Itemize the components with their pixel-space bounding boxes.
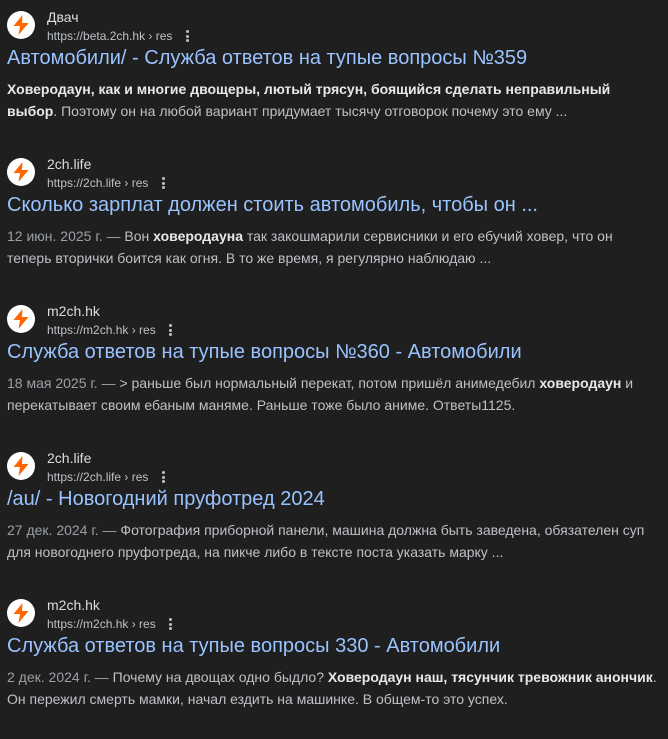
site-url-row: https://2ch.life › res	[47, 175, 169, 191]
snippet-text: > раньше был нормальный перекат, потом п…	[119, 375, 540, 391]
site-url-row: https://beta.2ch.hk › res	[47, 28, 193, 44]
site-name: 2ch.life	[47, 156, 92, 172]
site-name: m2ch.hk	[47, 303, 100, 319]
result-date: 12 июн. 2025 г. —	[7, 228, 125, 244]
result-date: 18 мая 2025 г. —	[7, 375, 120, 391]
result-source: 2ch.life https://2ch.life › res	[7, 155, 607, 191]
site-url-row: https://2ch.life › res	[47, 469, 169, 485]
result-date: 2 дек. 2024 г. —	[7, 669, 113, 685]
result-source: Двач https://beta.2ch.hk › res	[7, 8, 607, 44]
result-date: 27 дек. 2024 г. —	[7, 522, 121, 538]
result-snippet: Ховеродаун, как и многие двощеры, лютый …	[7, 78, 657, 122]
snippet-text: Почему на двощах одно быдло?	[112, 669, 328, 685]
vertical-dots-icon[interactable]	[165, 618, 177, 630]
result-title-link[interactable]: Служба ответов на тупые вопросы №360 - А…	[7, 339, 522, 365]
site-url: https://2ch.life › res	[47, 470, 149, 484]
site-url-row: https://m2ch.hk › res	[47, 616, 177, 632]
lightning-bolt-icon	[13, 162, 29, 182]
snippet-highlight: ховеродаун	[539, 375, 622, 391]
site-favicon[interactable]	[7, 599, 35, 627]
lightning-bolt-icon	[13, 456, 29, 476]
lightning-bolt-icon	[13, 309, 29, 329]
site-name: m2ch.hk	[47, 597, 100, 613]
result-source: m2ch.hk https://m2ch.hk › res	[7, 302, 607, 338]
result-title-link[interactable]: Служба ответов на тупые вопросы 330 - Ав…	[7, 633, 500, 659]
result-title-link[interactable]: /au/ - Новогодний пруфотред 2024	[7, 486, 325, 512]
vertical-dots-icon[interactable]	[165, 324, 177, 336]
site-url: https://beta.2ch.hk › res	[47, 29, 173, 43]
result-snippet: 18 мая 2025 г. — > раньше был нормальный…	[7, 372, 657, 416]
snippet-text: Вон	[124, 228, 154, 244]
site-url: https://m2ch.hk › res	[47, 323, 156, 337]
result-title-link[interactable]: Автомобили/ - Служба ответов на тупые во…	[7, 45, 527, 71]
snippet-highlight: Ховеродаун наш, тясунчик тревожник анонч…	[327, 669, 653, 685]
result-snippet: 2 дек. 2024 г. — Почему на двощах одно б…	[7, 666, 657, 710]
result-title-link[interactable]: Сколько зарплат должен стоить автомобиль…	[7, 192, 538, 218]
lightning-bolt-icon	[13, 603, 29, 623]
vertical-dots-icon[interactable]	[181, 30, 193, 42]
site-favicon[interactable]	[7, 452, 35, 480]
site-url-row: https://m2ch.hk › res	[47, 322, 177, 338]
site-name: Двач	[47, 9, 79, 25]
lightning-bolt-icon	[13, 15, 29, 35]
snippet-text: . Поэтому он на любой вариант придумает …	[53, 103, 568, 119]
snippet-highlight: ховеродауна	[153, 228, 243, 244]
result-snippet: 12 июн. 2025 г. — Вон ховеродауна так за…	[7, 225, 657, 269]
site-favicon[interactable]	[7, 158, 35, 186]
result-source: m2ch.hk https://m2ch.hk › res	[7, 596, 607, 632]
vertical-dots-icon[interactable]	[157, 471, 169, 483]
site-url: https://2ch.life › res	[47, 176, 149, 190]
vertical-dots-icon[interactable]	[157, 177, 169, 189]
site-favicon[interactable]	[7, 305, 35, 333]
site-favicon[interactable]	[7, 11, 35, 39]
site-url: https://m2ch.hk › res	[47, 617, 156, 631]
result-snippet: 27 дек. 2024 г. — Фотография приборной п…	[7, 519, 657, 563]
result-source: 2ch.life https://2ch.life › res	[7, 449, 607, 485]
site-name: 2ch.life	[47, 450, 92, 466]
